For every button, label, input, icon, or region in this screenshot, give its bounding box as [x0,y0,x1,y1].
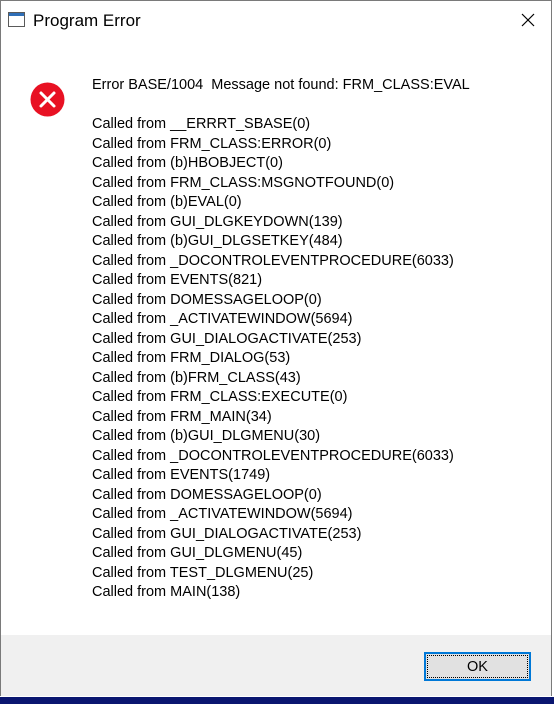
call-stack-line: Called from FRM_CLASS:EXECUTE(0) [92,389,348,405]
call-stack-line: Called from FRM_CLASS:ERROR(0) [92,135,332,152]
call-stack-line: Called from DOMESSAGELOOP(0) [92,486,322,503]
call-stack-line: Called from (b)HBOBJECT(0) [92,155,283,171]
call-stack-line: Called from EVENTS(821) [92,272,263,288]
call-stack-line: Called from (b)GUI_DLGSETKEY(484) [92,233,343,249]
title-bar[interactable]: Program Error [1,1,551,41]
close-button[interactable] [505,1,551,39]
call-stack-line: Called from GUI_DLGKEYDOWN(139) [92,213,343,230]
ok-button[interactable]: OK [424,652,531,681]
error-dialog: Program Error Error BASE/1004 Message no… [0,0,552,696]
call-stack-line: Called from GUI_DIALOGACTIVATE(253) [92,525,362,542]
error-headline: Error BASE/1004 Message not found: FRM_C… [92,77,470,93]
call-stack-line: Called from TEST_DLGMENU(25) [92,564,314,581]
call-stack-line: Called from FRM_MAIN(34) [92,408,272,425]
window-app-icon [8,12,25,27]
call-stack-line: Called from (b)FRM_CLASS(43) [92,369,301,386]
call-stack-line: Called from (b)GUI_DLGMENU(30) [92,428,321,444]
call-stack-list: Called from __ERRRT_SBASE(0) Called from … [92,115,454,603]
call-stack-line: Called from DOMESSAGELOOP(0) [92,291,322,308]
call-stack-line: Called from _DOCONTROLEVENTPROCEDURE(603… [92,447,454,464]
call-stack-line: Called from _DOCONTROLEVENTPROCEDURE(603… [92,252,454,269]
call-stack-line: Called from _ACTIVATEWINDOW(5694) [92,506,353,522]
call-stack-line: Called from EVENTS(1749) [92,467,271,483]
call-stack-line: Called from GUI_DIALOGACTIVATE(253) [92,330,362,347]
error-icon [30,82,65,117]
call-stack-line: Called from MAIN(138) [92,584,241,600]
call-stack-line: Called from GUI_DLGMENU(45) [92,545,303,561]
message-area: Error BASE/1004 Message not found: FRM_C… [1,41,551,635]
call-stack-line: Called from _ACTIVATEWINDOW(5694) [92,311,353,327]
taskbar-strip [0,697,554,704]
call-stack-line: Called from FRM_DIALOG(53) [92,350,291,366]
close-icon [521,13,535,27]
call-stack-line: Called from __ERRRT_SBASE(0) [92,116,311,132]
dialog-title: Program Error [33,11,141,30]
button-bar: OK [1,635,551,696]
call-stack-line: Called from FRM_CLASS:MSGNOTFOUND(0) [92,174,395,191]
call-stack-line: Called from (b)EVAL(0) [92,194,242,210]
